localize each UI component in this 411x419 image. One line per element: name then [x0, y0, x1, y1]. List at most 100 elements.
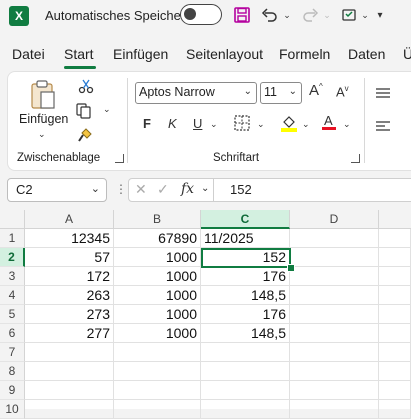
italic-button[interactable]: K	[168, 116, 177, 131]
column-header-d[interactable]: D	[290, 210, 379, 229]
row-header[interactable]: 2	[0, 248, 25, 267]
cell-b6[interactable]: 1000	[114, 324, 201, 343]
cell-c6[interactable]: 148,5	[201, 324, 290, 343]
cell-c1[interactable]: 11/2025	[201, 229, 290, 248]
bold-button[interactable]: F	[143, 116, 151, 131]
borders-icon[interactable]	[234, 115, 250, 134]
tab-seitenlayout[interactable]: Seitenlayout	[186, 46, 263, 62]
cell-d5[interactable]	[290, 305, 379, 324]
cell-c2[interactable]: 152	[201, 248, 290, 267]
cell-a3[interactable]: 172	[25, 267, 114, 286]
save-icon[interactable]	[232, 5, 252, 25]
font-name-select[interactable]: Aptos Narrow ⌄	[135, 82, 257, 104]
column-header-e[interactable]	[379, 210, 411, 229]
cell-d10[interactable]	[290, 400, 379, 419]
cell-e10[interactable]	[379, 400, 411, 419]
cell-c7[interactable]	[201, 343, 290, 362]
row-header[interactable]: 3	[0, 267, 25, 286]
cell-a1[interactable]: 12345	[25, 229, 114, 248]
cell-e8[interactable]	[379, 362, 411, 381]
column-header-b[interactable]: B	[114, 210, 201, 229]
cell-e2[interactable]	[379, 248, 411, 267]
underline-dropdown-icon[interactable]: ⌄	[210, 119, 218, 130]
paste-dropdown-icon[interactable]: ⌄	[38, 129, 46, 140]
more-commands-icon[interactable]: ▾	[374, 5, 386, 25]
font-size-select[interactable]: 11 ⌄	[260, 82, 302, 104]
cell-b7[interactable]	[114, 343, 201, 362]
fill-color-icon[interactable]	[280, 114, 298, 135]
cell-a4[interactable]: 263	[25, 286, 114, 305]
autosave-toggle[interactable]	[180, 4, 222, 25]
cell-d1[interactable]	[290, 229, 379, 248]
undo-icon[interactable]	[260, 5, 280, 25]
format-painter-icon[interactable]	[77, 127, 93, 146]
font-color-dropdown-icon[interactable]: ⌄	[343, 119, 351, 130]
row-header[interactable]: 7	[0, 343, 25, 362]
clipboard-launcher-icon[interactable]	[115, 154, 124, 163]
cell-a9[interactable]	[25, 381, 114, 400]
cell-d3[interactable]	[290, 267, 379, 286]
formula-bar-grip-icon[interactable]: ⋮	[115, 182, 127, 196]
decrease-font-size-icon[interactable]: Av	[336, 84, 349, 99]
chevron-down-icon[interactable]: ⌄	[91, 182, 100, 195]
cell-b10[interactable]	[114, 400, 201, 419]
tab-datei[interactable]: Datei	[12, 46, 45, 62]
cell-c4[interactable]: 148,5	[201, 286, 290, 305]
row-header[interactable]: 5	[0, 305, 25, 324]
cell-d2[interactable]	[290, 248, 379, 267]
worksheet-grid[interactable]: A B C D 1 12345 67890 11/2025 2 57 1000 152 3 172…	[0, 210, 411, 419]
cell-d9[interactable]	[290, 381, 379, 400]
cell-a2[interactable]: 57	[25, 248, 114, 267]
tab-daten[interactable]: Daten	[348, 46, 385, 62]
fill-color-dropdown-icon[interactable]: ⌄	[302, 119, 310, 130]
row-header[interactable]: 4	[0, 286, 25, 305]
fill-handle[interactable]	[287, 264, 295, 272]
underline-button[interactable]: U	[193, 116, 202, 131]
copy-dropdown-icon[interactable]: ⌄	[103, 104, 111, 115]
insert-function-button[interactable]: fx	[181, 181, 194, 197]
tab-einfuegen[interactable]: Einfügen	[113, 46, 168, 62]
cell-b2[interactable]: 1000	[114, 248, 201, 267]
select-all-corner[interactable]	[0, 210, 25, 229]
cell-e4[interactable]	[379, 286, 411, 305]
cell-c10[interactable]	[201, 400, 290, 419]
chevron-down-icon[interactable]: ⌄	[201, 183, 209, 194]
cell-d7[interactable]	[290, 343, 379, 362]
cell-e3[interactable]	[379, 267, 411, 286]
align-top-icon[interactable]	[375, 86, 391, 102]
row-header[interactable]: 6	[0, 324, 25, 343]
cell-e5[interactable]	[379, 305, 411, 324]
cell-d4[interactable]	[290, 286, 379, 305]
cell-e1[interactable]	[379, 229, 411, 248]
cell-c8[interactable]	[201, 362, 290, 381]
borders-dropdown-icon[interactable]: ⌄	[257, 119, 265, 130]
formula-input[interactable]: 152	[213, 178, 411, 202]
column-header-c[interactable]: C	[201, 210, 290, 229]
cell-a8[interactable]	[25, 362, 114, 381]
name-box[interactable]: C2 ⌄	[7, 178, 107, 202]
column-header-a[interactable]: A	[25, 210, 114, 229]
tab-start[interactable]: Start	[64, 46, 94, 62]
undo-dropdown-icon[interactable]: ⌄	[282, 5, 292, 25]
font-color-icon[interactable]: A	[321, 113, 337, 135]
cell-b3[interactable]: 1000	[114, 267, 201, 286]
cell-b8[interactable]	[114, 362, 201, 381]
cell-b1[interactable]: 67890	[114, 229, 201, 248]
cell-e6[interactable]	[379, 324, 411, 343]
cell-b4[interactable]: 1000	[114, 286, 201, 305]
row-header[interactable]: 9	[0, 381, 25, 400]
tab-formeln[interactable]: Formeln	[279, 46, 330, 62]
font-launcher-icon[interactable]	[351, 154, 360, 163]
cell-a6[interactable]: 277	[25, 324, 114, 343]
tab-overflow[interactable]: Ü	[403, 46, 411, 62]
copy-icon[interactable]	[76, 103, 94, 122]
increase-font-size-icon[interactable]: A^	[309, 82, 323, 99]
cell-a10[interactable]	[25, 400, 114, 419]
row-header[interactable]: 1	[0, 229, 25, 248]
cell-a5[interactable]: 273	[25, 305, 114, 324]
cell-c5[interactable]: 176	[201, 305, 290, 324]
align-left-icon[interactable]	[375, 119, 391, 135]
row-header[interactable]: 8	[0, 362, 25, 381]
cell-d6[interactable]	[290, 324, 379, 343]
customize-icon[interactable]	[340, 5, 360, 25]
